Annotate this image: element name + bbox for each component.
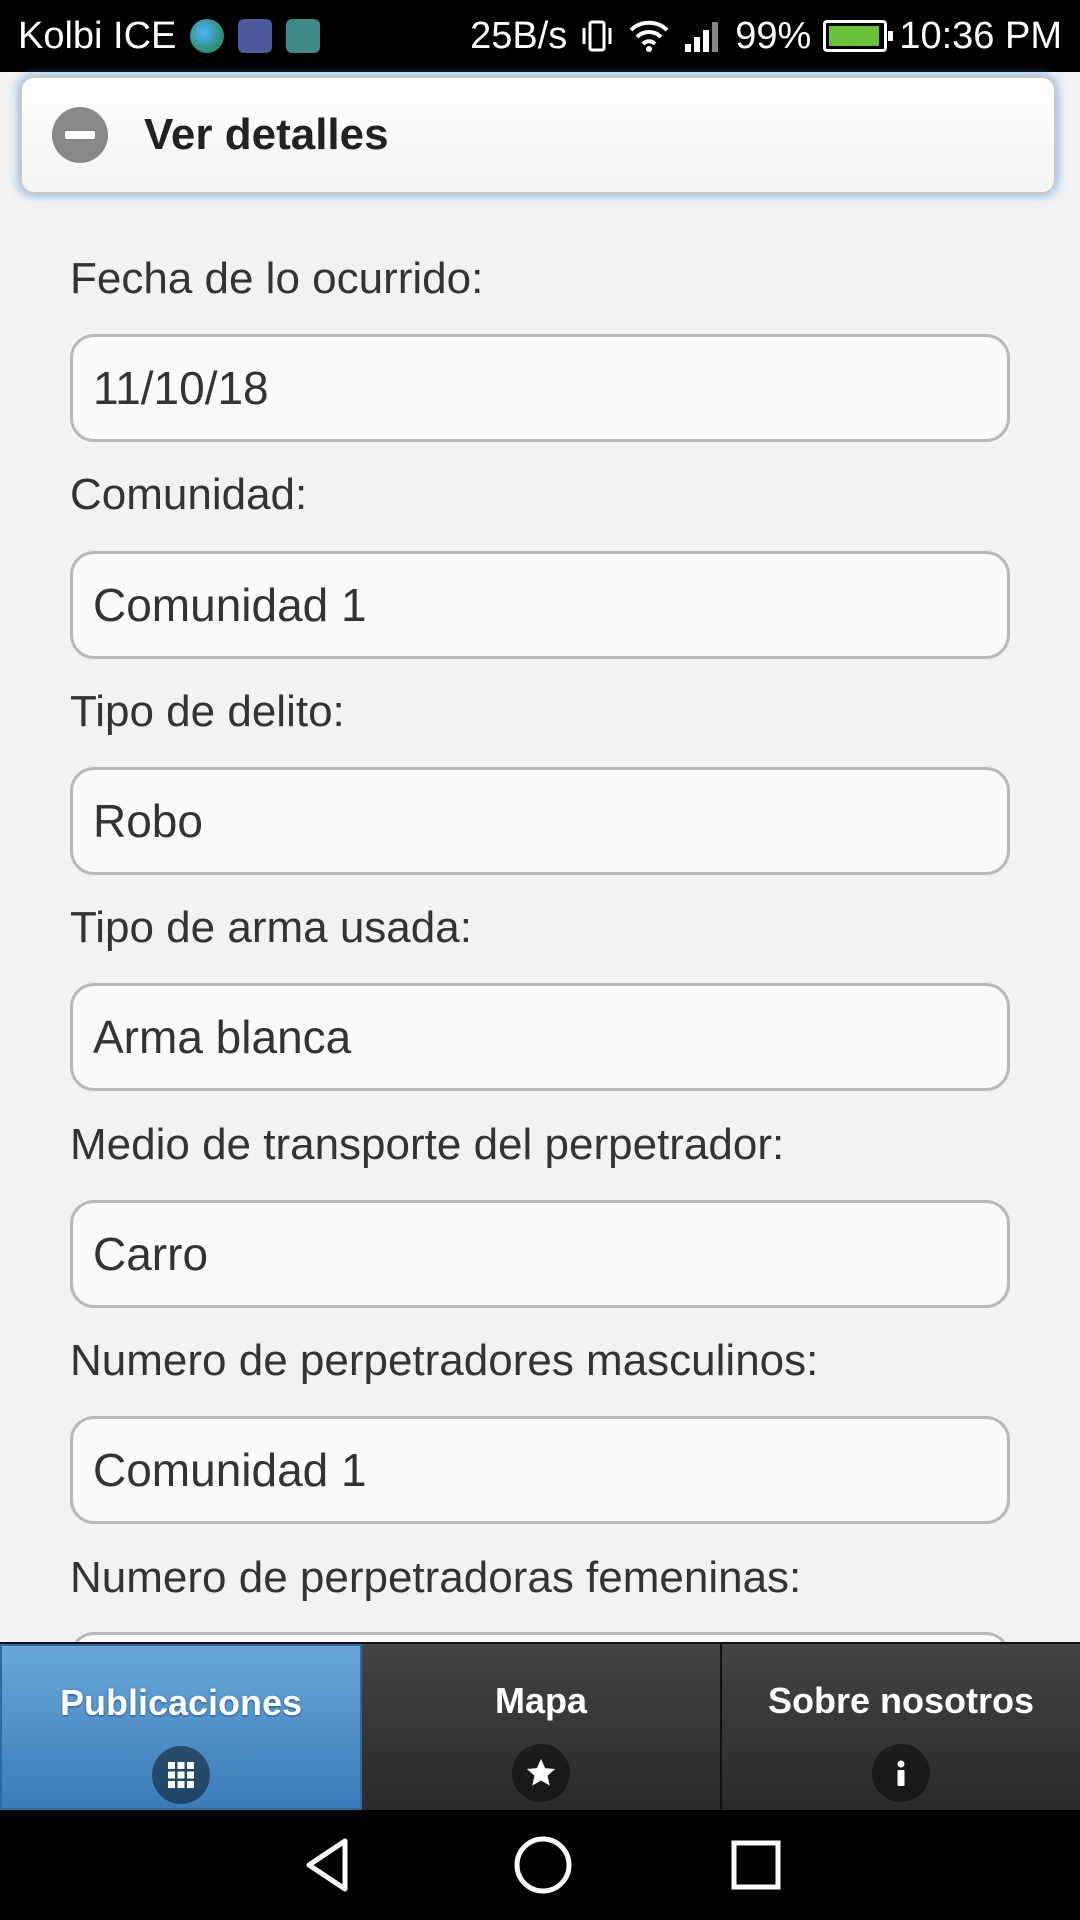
battery-percent: 99%: [735, 14, 812, 57]
field-tipo-delito[interactable]: Robo: [70, 767, 1010, 875]
earth-app-icon: [190, 19, 225, 53]
field-tipo-arma[interactable]: Arma blanca: [70, 983, 1010, 1091]
health-app-icon: [238, 19, 273, 53]
tab-mapa[interactable]: Mapa: [362, 1644, 722, 1810]
field-fecha[interactable]: 11/10/18: [70, 334, 1010, 442]
gallery-app-icon: [286, 19, 321, 53]
label-perpetradores-masculinos: Numero de perpetradores masculinos:: [70, 1336, 819, 1385]
details-collapsible-header[interactable]: Ver detalles: [20, 76, 1056, 194]
field-perpetradores-masculinos[interactable]: Comunidad 1: [70, 1416, 1010, 1524]
system-navigation-bar: [0, 1810, 1080, 1920]
tab-label: Sobre nosotros: [767, 1680, 1035, 1721]
label-perpetradoras-femeninas: Numero de perpetradoras femeninas:: [70, 1553, 802, 1602]
carrier-name: Kolbi ICE: [18, 14, 177, 57]
tab-label: Mapa: [494, 1680, 588, 1721]
label-comunidad: Comunidad:: [70, 470, 308, 519]
grid-icon: [152, 1746, 210, 1804]
home-icon[interactable]: [512, 1834, 574, 1896]
tab-sobre-nosotros[interactable]: Sobre nosotros: [722, 1644, 1080, 1810]
label-tipo-delito: Tipo de delito:: [70, 687, 345, 736]
star-icon: [512, 1744, 570, 1802]
bottom-navbar: Publicaciones Mapa Sobre nosotros: [0, 1642, 1080, 1810]
tab-publicaciones[interactable]: Publicaciones: [0, 1644, 362, 1810]
recents-icon[interactable]: [729, 1838, 783, 1892]
clock: 10:36 PM: [899, 14, 1062, 57]
network-speed: 25B/s: [470, 14, 568, 57]
back-icon[interactable]: [297, 1835, 357, 1895]
label-tipo-arma: Tipo de arma usada:: [70, 903, 472, 952]
field-comunidad[interactable]: Comunidad 1: [70, 551, 1010, 659]
info-icon: [872, 1744, 930, 1802]
label-transporte: Medio de transporte del perpetrador:: [70, 1120, 785, 1169]
minus-icon: [52, 107, 108, 163]
signal-icon: [685, 22, 719, 52]
vibrate-icon: [582, 20, 612, 52]
collapsible-title: Ver detalles: [144, 110, 389, 159]
field-transporte[interactable]: Carro: [70, 1200, 1010, 1308]
wifi-icon: [629, 20, 669, 52]
status-bar: Kolbi ICE 25B/s 99% 10:36 PM: [0, 0, 1080, 72]
label-fecha: Fecha de lo ocurrido:: [70, 254, 484, 303]
tab-label: Publicaciones: [59, 1682, 303, 1723]
battery-charging-icon: [823, 20, 894, 52]
